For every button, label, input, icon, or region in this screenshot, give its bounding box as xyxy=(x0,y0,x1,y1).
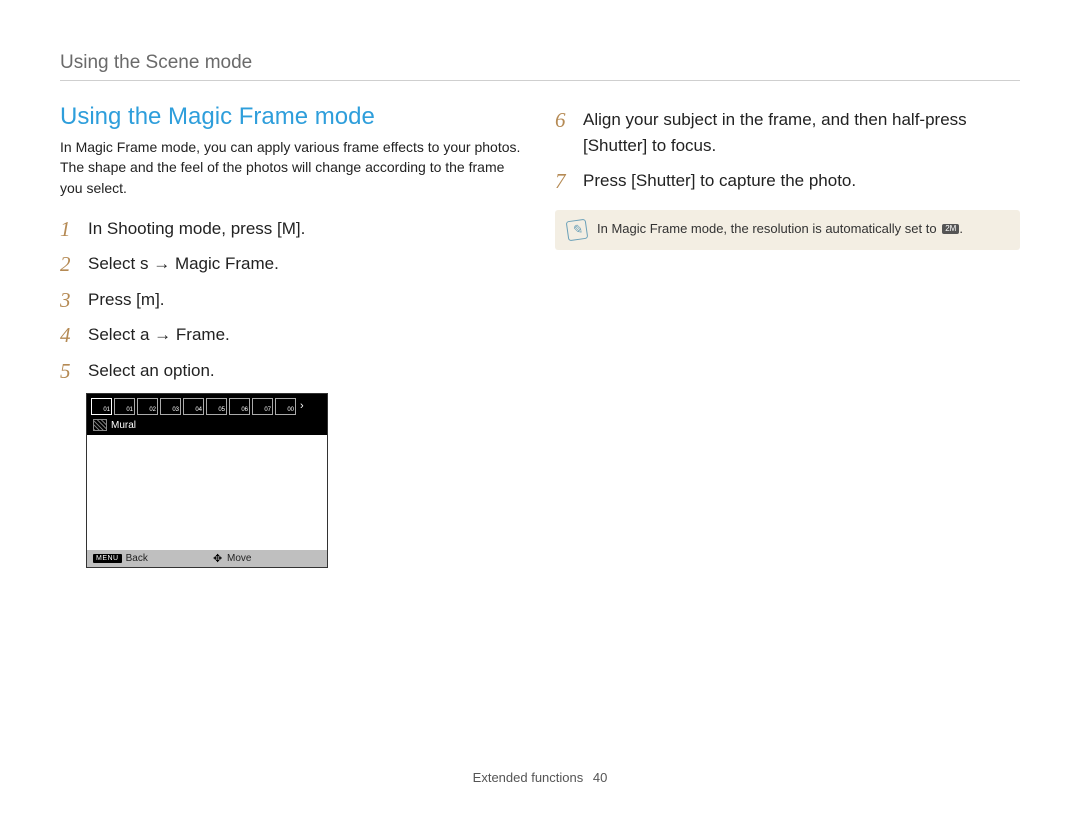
section-title: Using the Magic Frame mode xyxy=(60,103,525,131)
footer-move: Move xyxy=(207,550,327,567)
frame-thumb-label: 00 xyxy=(287,407,295,414)
right-column: 6 Align your subject in the frame, and t… xyxy=(555,103,1020,568)
step-key: M xyxy=(282,219,296,238)
step-text-end: Frame. xyxy=(176,325,230,344)
step-4: 4 Select a → Frame. xyxy=(60,322,525,348)
frame-thumb: 07 xyxy=(252,398,273,415)
frame-selected-row: Mural xyxy=(87,417,327,435)
device-footer: MENU Back Move xyxy=(87,550,327,567)
footer-section: Extended functions xyxy=(473,770,584,785)
move-icon xyxy=(213,554,223,564)
step-number: 4 xyxy=(60,320,71,352)
step-7: 7 Press [Shutter] to capture the photo. xyxy=(555,168,1020,194)
steps-list-left: 1 In Shooting mode, press [M]. 2 Select … xyxy=(60,216,525,384)
frame-thumb: 06 xyxy=(229,398,250,415)
frame-thumb-label: 04 xyxy=(195,407,203,414)
footer-move-label: Move xyxy=(227,553,251,564)
note-text-b: . xyxy=(959,221,963,236)
step-text: In Shooting mode, press [ xyxy=(88,219,282,238)
step-number: 5 xyxy=(60,356,71,388)
frame-thumb-label: 03 xyxy=(172,407,180,414)
step-text-end: ]. xyxy=(155,290,164,309)
note-text: In Magic Frame mode, the resolution is a… xyxy=(597,220,963,238)
frame-thumb-label: 01 xyxy=(126,407,134,414)
frame-thumb: 02 xyxy=(137,398,158,415)
arrow-icon: → xyxy=(149,325,175,344)
section-intro: In Magic Frame mode, you can apply vario… xyxy=(60,137,525,198)
arrow-icon: → xyxy=(148,254,174,273)
frame-thumbnail-row: 01 01 02 03 04 05 06 07 00 › xyxy=(87,394,327,417)
step-3: 3 Press [m]. xyxy=(60,287,525,313)
footer-back: MENU Back xyxy=(87,550,207,567)
step-text-end: ]. xyxy=(296,219,305,238)
step-text: Press [Shutter] to capture the photo. xyxy=(583,171,856,190)
step-text: Select xyxy=(88,325,140,344)
page-number: 40 xyxy=(593,770,607,785)
steps-list-right: 6 Align your subject in the frame, and t… xyxy=(555,107,1020,194)
menu-button-icon: MENU xyxy=(93,554,122,563)
step-number: 2 xyxy=(60,249,71,281)
frame-thumb: 00 xyxy=(275,398,296,415)
note-text-a: In Magic Frame mode, the resolution is a… xyxy=(597,221,940,236)
frame-selected-label: Mural xyxy=(111,420,136,431)
frame-thumb: 01 xyxy=(91,398,112,415)
footer-back-label: Back xyxy=(126,553,148,564)
note-icon: ✎ xyxy=(566,218,589,241)
step-text: Select an option. xyxy=(88,361,215,380)
mural-icon xyxy=(93,419,107,431)
step-text: Select xyxy=(88,254,140,273)
step-1: 1 In Shooting mode, press [M]. xyxy=(60,216,525,242)
page-footer: Extended functions 40 xyxy=(0,770,1080,785)
frame-preview-area xyxy=(87,435,327,550)
note-box: ✎ In Magic Frame mode, the resolution is… xyxy=(555,210,1020,250)
frame-thumb-label: 07 xyxy=(264,407,272,414)
chevron-right-icon: › xyxy=(298,401,306,412)
frame-thumb: 04 xyxy=(183,398,204,415)
step-6: 6 Align your subject in the frame, and t… xyxy=(555,107,1020,158)
step-text: Press [ xyxy=(88,290,141,309)
frame-thumb: 03 xyxy=(160,398,181,415)
step-number: 1 xyxy=(60,214,71,246)
device-screenshot: 01 01 02 03 04 05 06 07 00 › Mural xyxy=(86,393,328,568)
frame-thumb-label: 05 xyxy=(218,407,226,414)
step-number: 3 xyxy=(60,285,71,317)
left-column: Using the Magic Frame mode In Magic Fram… xyxy=(60,103,525,568)
step-2: 2 Select s → Magic Frame. xyxy=(60,251,525,277)
frame-thumb: 01 xyxy=(114,398,135,415)
resolution-badge-icon: 2M xyxy=(942,224,959,234)
frame-thumb-label: 06 xyxy=(241,407,249,414)
frame-thumb-label: 01 xyxy=(103,407,111,414)
frame-thumb-label: 02 xyxy=(149,407,157,414)
step-text-end: Magic Frame. xyxy=(175,254,279,273)
step-number: 6 xyxy=(555,105,566,137)
step-text: Align your subject in the frame, and the… xyxy=(583,110,967,155)
step-number: 7 xyxy=(555,166,566,198)
page-header: Using the Scene mode xyxy=(60,52,1020,81)
frame-thumb: 05 xyxy=(206,398,227,415)
step-5: 5 Select an option. xyxy=(60,358,525,384)
step-key: m xyxy=(141,290,155,309)
